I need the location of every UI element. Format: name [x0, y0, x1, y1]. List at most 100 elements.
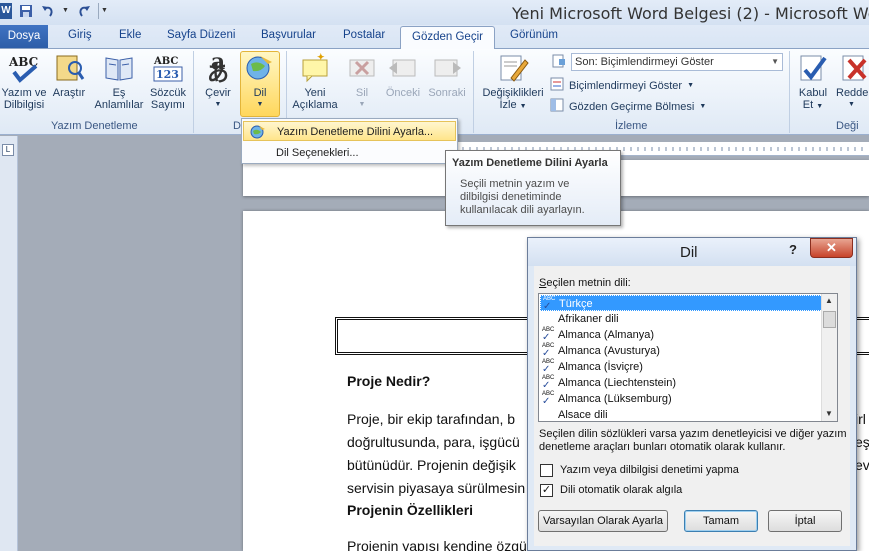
language-name: Almanca (Almanya): [558, 329, 654, 341]
accept-icon: [796, 51, 830, 85]
reject-button[interactable]: Redde ▼: [836, 51, 869, 111]
paragraph-line: bütünüdür. Projenin değişik: [347, 457, 516, 473]
heading-features: Projenin Özellikleri: [347, 502, 474, 518]
language-dropdown-menu: Yazım Denetleme Dilini Ayarla... Dil Seç…: [241, 118, 458, 164]
reviewing-pane-button[interactable]: Gözden Geçirme Bölmesi ▼: [550, 98, 706, 115]
track-changes-label-2: İzle ▼: [499, 99, 527, 111]
thesaurus-button[interactable]: Eş Anlamlılar: [92, 51, 146, 111]
tab-review[interactable]: Gözden Geçir: [400, 26, 495, 50]
tab-page-layout[interactable]: Sayfa Düzeni: [167, 29, 235, 41]
next-comment-label: Sonraki: [428, 87, 466, 99]
next-comment-button[interactable]: Sonraki: [425, 51, 469, 99]
show-markup-icon: [550, 77, 564, 94]
no-proofing-checkbox[interactable]: [540, 464, 553, 477]
paragraph-fragment: ev: [855, 457, 869, 473]
spell-check-icon: ABC ✓: [542, 391, 555, 407]
language-list-label: Seçilen metnin dili:: [539, 277, 631, 289]
translate-label: Çevir: [205, 87, 231, 99]
research-button[interactable]: Araştır: [49, 51, 89, 99]
language-name: Türkçe: [559, 298, 593, 310]
heading-project: Proje Nedir?: [347, 373, 431, 389]
language-list-item[interactable]: ABC ✓ Almanca (Almanya): [540, 327, 825, 343]
tab-references[interactable]: Başvurular: [261, 29, 316, 41]
thesaurus-book-icon: [102, 51, 136, 85]
language-name: Afrikaner dili: [558, 313, 619, 325]
set-proofing-language-item[interactable]: Yazım Denetleme Dilini Ayarla...: [243, 121, 456, 141]
close-button[interactable]: ✕: [810, 238, 853, 258]
scroll-down-icon[interactable]: ▼: [825, 409, 833, 418]
scroll-up-icon[interactable]: ▲: [825, 296, 833, 305]
previous-comment-button[interactable]: Önceki: [383, 51, 423, 99]
language-options-item[interactable]: Dil Seçenekleri...: [243, 143, 456, 163]
window-title: Yeni Microsoft Word Belgesi (2) - Micros…: [512, 4, 869, 23]
accept-button[interactable]: Kabul Et ▼: [793, 51, 833, 113]
translate-button[interactable]: aあ Çevir ▼: [198, 51, 238, 111]
tooltip-line: dilbilgisi denetiminde: [460, 191, 562, 203]
customize-qat-icon[interactable]: ▼: [98, 3, 108, 19]
language-list-item[interactable]: Alsace dili: [540, 407, 825, 421]
language-button[interactable]: Dil ▼: [240, 51, 280, 111]
research-book-icon: [52, 51, 86, 85]
track-changes-label-1: Değişiklikleri: [482, 87, 544, 99]
help-button[interactable]: ?: [789, 242, 797, 257]
save-icon[interactable]: [18, 3, 34, 19]
tab-selector[interactable]: L: [2, 144, 14, 156]
undo-icon[interactable]: [40, 3, 56, 19]
ribbon-tabs: Dosya Giriş Ekle Sayfa Düzeni Başvurular…: [0, 25, 869, 50]
language-listbox[interactable]: Alsace dili ABC ✓ Almanca (Lüksemburg) ABC ✓ A…: [538, 293, 838, 422]
quick-access-toolbar: W ▼ ▼: [0, 3, 108, 19]
cancel-button[interactable]: İptal: [768, 510, 842, 532]
dialog-body: Seçilen metnin dili: Alsace dili ABC ✓ Alma…: [534, 266, 850, 546]
ok-button[interactable]: Tamam: [684, 510, 758, 532]
set-default-button[interactable]: Varsayılan Olarak Ayarla: [538, 510, 668, 532]
tab-insert[interactable]: Ekle: [119, 29, 141, 41]
language-list-item[interactable]: ABC ✓ Almanca (Avusturya): [540, 343, 825, 359]
vertical-ruler: [0, 136, 18, 551]
language-dropdown-icon: ▼: [256, 101, 264, 108]
language-list-item[interactable]: ABC ✓ Almanca (Lüksemburg): [540, 391, 825, 407]
word-count-button[interactable]: ABC 123 Sözcük Sayımı: [147, 51, 189, 111]
thesaurus-label-2: Anlamlılar: [94, 99, 144, 111]
show-markup-button[interactable]: Biçimlendirmeyi Göster ▼: [550, 77, 694, 94]
language-list-item[interactable]: ABC ✓ Almanca (Liechtenstein): [540, 375, 825, 391]
tab-mailings[interactable]: Postalar: [343, 29, 385, 41]
language-list-item[interactable]: ABC ✓ Türkçe: [540, 295, 825, 312]
svg-text:123: 123: [156, 68, 179, 81]
previous-comment-icon: [386, 51, 420, 85]
word-count-label-2: Sayımı: [150, 99, 186, 111]
listbox-scrollbar[interactable]: ▲ ▼: [821, 294, 837, 421]
track-changes-button[interactable]: Değişiklikleri İzle ▼: [478, 51, 548, 113]
proofing-group-label: Yazım Denetleme: [51, 120, 138, 132]
scroll-thumb[interactable]: [823, 311, 836, 328]
tab-home[interactable]: Giriş: [68, 29, 92, 41]
display-for-review-combo[interactable]: Son: Biçimlendirmeyi Göster ▼: [571, 53, 783, 71]
set-proofing-language-label: Yazım Denetleme Dilini Ayarla...: [277, 126, 434, 138]
redo-icon[interactable]: [76, 3, 92, 19]
detect-language-checkbox[interactable]: ✓: [540, 484, 553, 497]
tab-view[interactable]: Görünüm: [510, 29, 558, 41]
language-options-label: Dil Seçenekleri...: [276, 147, 359, 159]
word-app-icon[interactable]: W: [0, 3, 12, 19]
language-name: Alsace dili: [558, 409, 608, 421]
language-dialog: Dil ? ✕ Seçilen metnin dili: Alsace dili…: [527, 237, 857, 551]
new-comment-label-1: Yeni: [304, 87, 326, 99]
language-label: Dil: [253, 87, 267, 99]
spell-check-icon: ABC ✓: [543, 296, 556, 312]
tab-file[interactable]: Dosya: [0, 25, 48, 48]
tooltip: Yazım Denetleme Dilini Ayarla Seçili met…: [445, 150, 621, 226]
paragraph-fragment: eşt: [855, 434, 869, 450]
paragraph-line: servisin piyasaya sürülmesin: [347, 480, 526, 496]
reject-icon: [838, 51, 869, 85]
delete-comment-icon: [345, 51, 379, 85]
tooltip-body: Seçili metnin yazım ve dilbilgisi deneti…: [460, 178, 614, 217]
language-list-item[interactable]: ABC ✓ Almanca (İsviçre): [540, 359, 825, 375]
new-comment-button[interactable]: ✦ Yeni Açıklama: [290, 51, 340, 111]
group-separator: [789, 51, 790, 133]
track-changes-icon: [496, 51, 530, 85]
language-list-item[interactable]: Afrikaner dili: [540, 311, 825, 327]
dictionary-info: Seçilen dilin sözlükleri varsa yazım den…: [539, 428, 847, 454]
spelling-grammar-button[interactable]: ABC Yazım ve Dilbilgisi: [1, 51, 47, 111]
undo-dropdown-icon[interactable]: ▼: [62, 3, 70, 19]
detect-language-label: Dili otomatik olarak algıla: [560, 484, 683, 496]
delete-comment-button[interactable]: Sil ▼: [343, 51, 381, 111]
